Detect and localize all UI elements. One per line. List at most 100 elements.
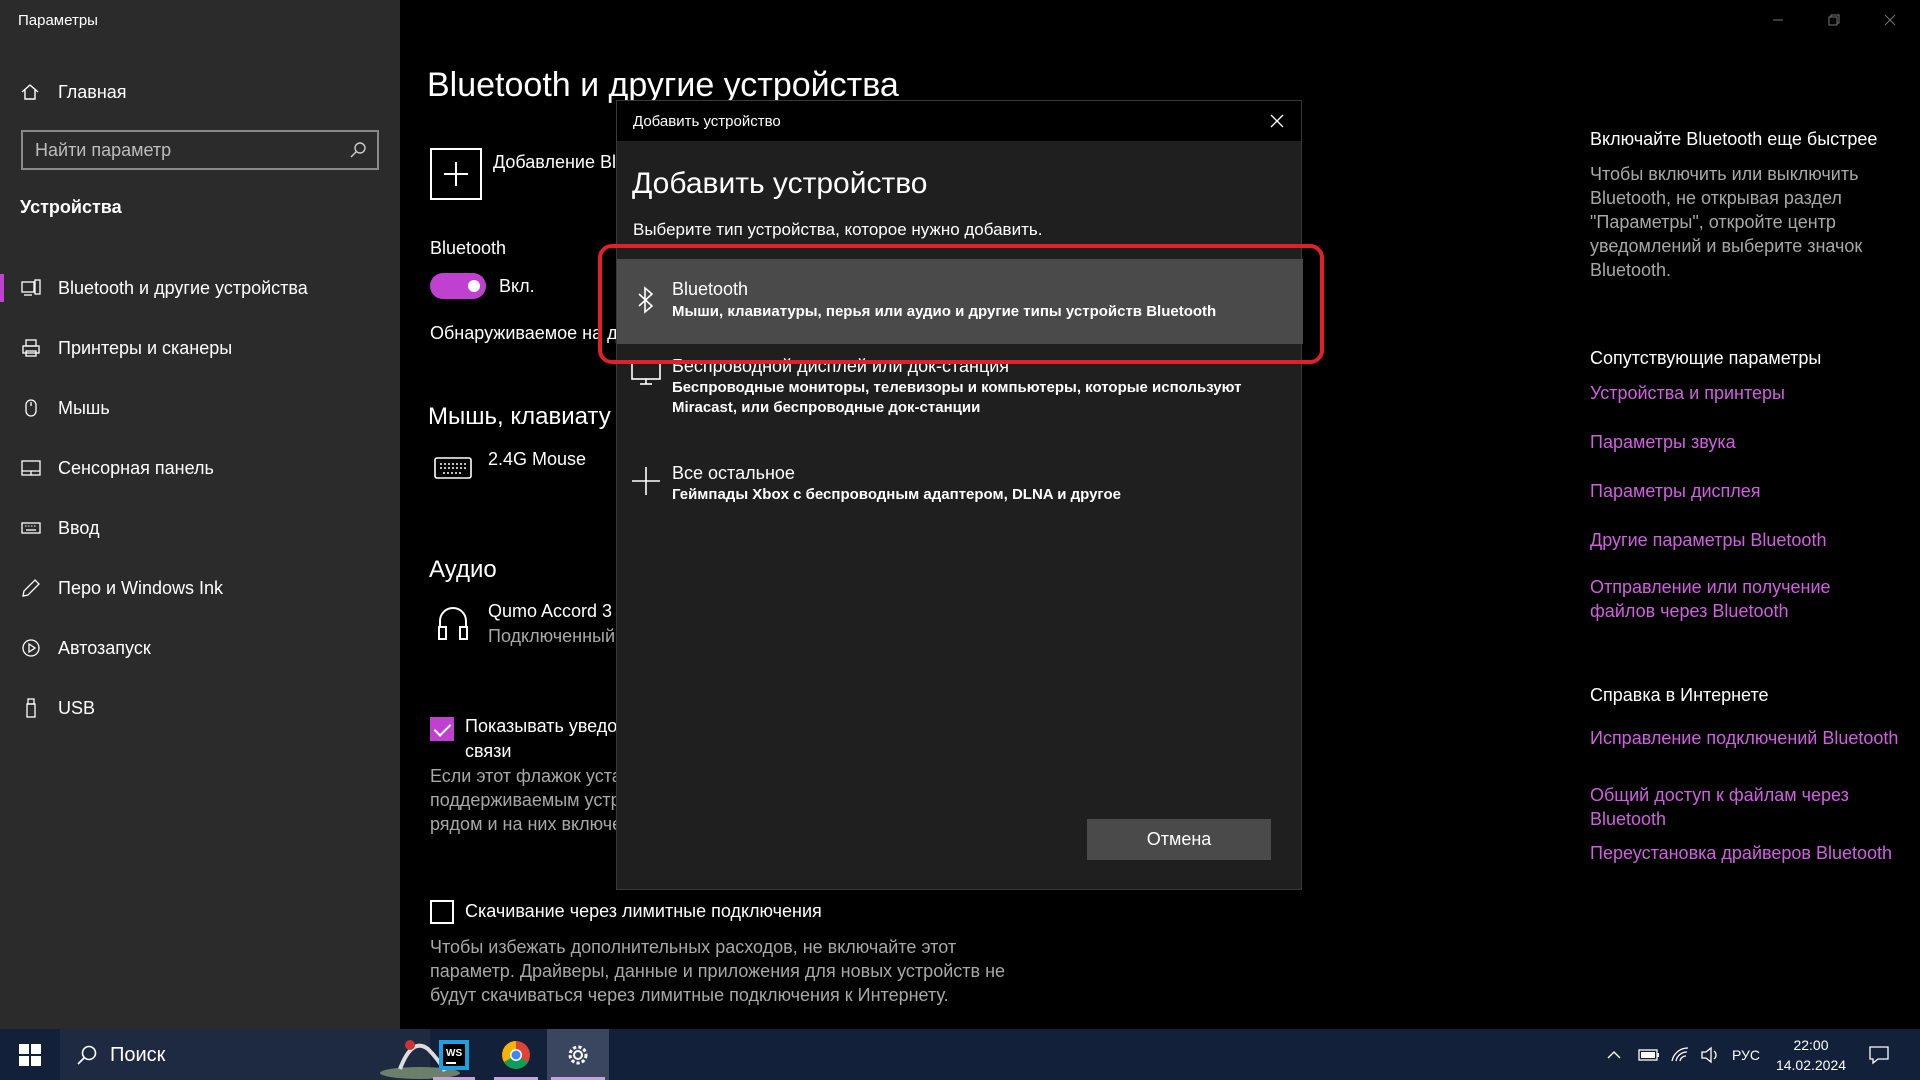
close-icon [1884, 14, 1896, 26]
mouse-icon [25, 399, 37, 417]
sidebar-item-bluetooth[interactable]: Bluetooth и другие устройства [0, 258, 400, 318]
option-title: Все остальное [672, 463, 795, 483]
dialog-subtitle: Выберите тип устройства, которое нужно д… [633, 220, 1043, 239]
audio-device-name[interactable]: Qumo Accord 3 [488, 601, 612, 622]
option-description: Беспроводные мониторы, телевизоры и комп… [672, 379, 1242, 416]
headphones-icon [438, 607, 468, 640]
action-center-button[interactable] [1868, 1029, 1890, 1080]
metered-desc-line: Чтобы избежать дополнительных расходов, … [430, 937, 957, 957]
tip-title: Включайте Bluetooth еще быстрее [1590, 129, 1878, 149]
tip-text: Чтобы включить или выключить Bluetooth, … [1590, 164, 1863, 280]
link-fix-bluetooth[interactable]: Исправление подключений Bluetooth [1590, 726, 1900, 750]
link-send-receive-files[interactable]: Отправление или получение файлов через B… [1590, 575, 1900, 623]
search-box[interactable] [21, 130, 379, 170]
notify-description: Если этот флажок устан поддерживаемым ус… [430, 764, 632, 836]
notify-checkbox-label-line1: Показывать уведом [465, 716, 630, 736]
sidebar-item-label: Автозапуск [58, 637, 151, 658]
close-window-button[interactable] [1862, 0, 1918, 40]
notify-checkbox[interactable] [430, 717, 454, 741]
add-device-label[interactable]: Добавление Blu [493, 152, 626, 173]
sidebar-item-touchpad[interactable]: Сенсорная панель [0, 438, 400, 498]
sidebar-item-label: Ввод [58, 517, 100, 538]
restore-button[interactable] [1806, 0, 1862, 40]
search-icon[interactable] [349, 141, 367, 159]
home-icon [21, 84, 39, 100]
plus-icon [629, 464, 663, 498]
bluetooth-devices-icon [21, 279, 41, 296]
link-more-bluetooth[interactable]: Другие параметры Bluetooth [1590, 528, 1900, 552]
link-share-files[interactable]: Общий доступ к файлам через Bluetooth [1590, 783, 1900, 831]
toggle-state: Вкл. [499, 276, 535, 296]
audio-device-status: Подключенный [488, 626, 616, 646]
dialog-titlebar: Добавить устройство [617, 101, 1301, 141]
sidebar-item-label: Bluetooth и другие устройства [58, 277, 308, 298]
bluetooth-label: Bluetooth [430, 238, 507, 258]
battery-button[interactable] [1638, 1029, 1660, 1080]
search-input[interactable] [35, 139, 335, 161]
sidebar-item-input[interactable]: Ввод [0, 498, 400, 558]
option-everything-else[interactable]: Все остальное Геймпады Xbox с беспроводн… [617, 463, 1303, 533]
taskbar-app-chrome[interactable] [490, 1029, 542, 1080]
start-button[interactable] [0, 1029, 60, 1080]
dialog-heading: Добавить устройство [632, 167, 928, 200]
touchpad-icon [21, 460, 41, 476]
mouse-section-title: Мышь, клавиату [428, 403, 611, 430]
network-button[interactable] [1670, 1029, 1690, 1080]
chevron-up-icon [1607, 1050, 1621, 1058]
nav-list: Bluetooth и другие устройства Принтеры и… [0, 258, 400, 738]
bluetooth-toggle[interactable] [430, 273, 486, 299]
link-devices-printers[interactable]: Устройства и принтеры [1590, 381, 1900, 405]
sidebar-item-label: Сенсорная панель [58, 457, 214, 478]
metered-checkbox[interactable] [430, 900, 454, 924]
add-device-dialog: Добавить устройство Добавить устройство … [616, 100, 1303, 890]
language-indicator[interactable]: РУС [1732, 1029, 1760, 1080]
plus-icon [444, 162, 468, 186]
metered-desc-line: параметр. Драйверы, данные и приложения … [430, 961, 1006, 981]
nav-home-label: Главная [58, 81, 127, 102]
sidebar-item-printers[interactable]: Принтеры и сканеры [0, 318, 400, 378]
option-wireless-display[interactable]: Беспроводной дисплей или док-станция Бес… [617, 356, 1303, 451]
option-description: Геймпады Xbox с беспроводным адаптером, … [672, 486, 1121, 503]
clock[interactable]: 22:00 14.02.2024 [1776, 1029, 1846, 1080]
notify-checkbox-label-line2: связи [465, 741, 512, 761]
add-device-button[interactable] [430, 148, 482, 200]
webstorm-icon: WS [439, 1039, 469, 1070]
link-sound-settings[interactable]: Параметры звука [1590, 430, 1900, 454]
close-icon [1270, 114, 1284, 128]
app-title: Параметры [18, 12, 98, 29]
cancel-button[interactable]: Отмена [1087, 819, 1271, 860]
notify-desc-line: рядом и на них включе [430, 814, 623, 834]
minimize-button[interactable] [1750, 0, 1806, 40]
keyboard-device-icon [434, 457, 472, 479]
help-title: Справка в Интернете [1590, 685, 1769, 705]
link-display-settings[interactable]: Параметры дисплея [1590, 479, 1900, 503]
sidebar-item-usb[interactable]: USB [0, 678, 400, 738]
taskbar-app-settings[interactable] [547, 1029, 609, 1080]
sidebar-item-pen[interactable]: Перо и Windows Ink [0, 558, 400, 618]
autoplay-icon [22, 639, 40, 657]
taskbar: Поиск WS РУС 22:00 14.02.2024 [0, 1029, 1920, 1080]
sidebar-item-autoplay[interactable]: Автозапуск [0, 618, 400, 678]
metered-checkbox-label: Скачивание через лимитные подключения [465, 901, 822, 921]
highlight-annotation [598, 244, 1324, 364]
windows-logo-icon [19, 1043, 41, 1066]
search-icon [77, 1045, 97, 1065]
sidebar: Параметры Главная Устройства Bluetooth и… [0, 0, 400, 1029]
nav-home[interactable]: Главная [20, 80, 127, 104]
chrome-icon [502, 1040, 530, 1069]
sidebar-item-label: Принтеры и сканеры [58, 337, 233, 358]
tray-overflow-button[interactable] [1606, 1029, 1622, 1080]
wifi-icon [1671, 1046, 1689, 1061]
restore-icon [1828, 14, 1840, 26]
mouse-device-name[interactable]: 2.4G Mouse [488, 449, 586, 470]
sidebar-item-label: Мышь [58, 397, 110, 418]
taskbar-search[interactable]: Поиск [60, 1029, 460, 1080]
sidebar-item-mouse[interactable]: Мышь [0, 378, 400, 438]
volume-icon [1701, 1046, 1717, 1063]
volume-button[interactable] [1700, 1029, 1720, 1080]
taskbar-app-webstorm[interactable]: WS [429, 1029, 479, 1080]
link-reinstall-drivers[interactable]: Переустановка драйверов Bluetooth [1590, 841, 1900, 865]
notify-desc-line: поддерживаемым устр [430, 790, 621, 810]
clock-date: 14.02.2024 [1775, 1056, 1847, 1073]
dialog-close-button[interactable] [1265, 109, 1289, 133]
